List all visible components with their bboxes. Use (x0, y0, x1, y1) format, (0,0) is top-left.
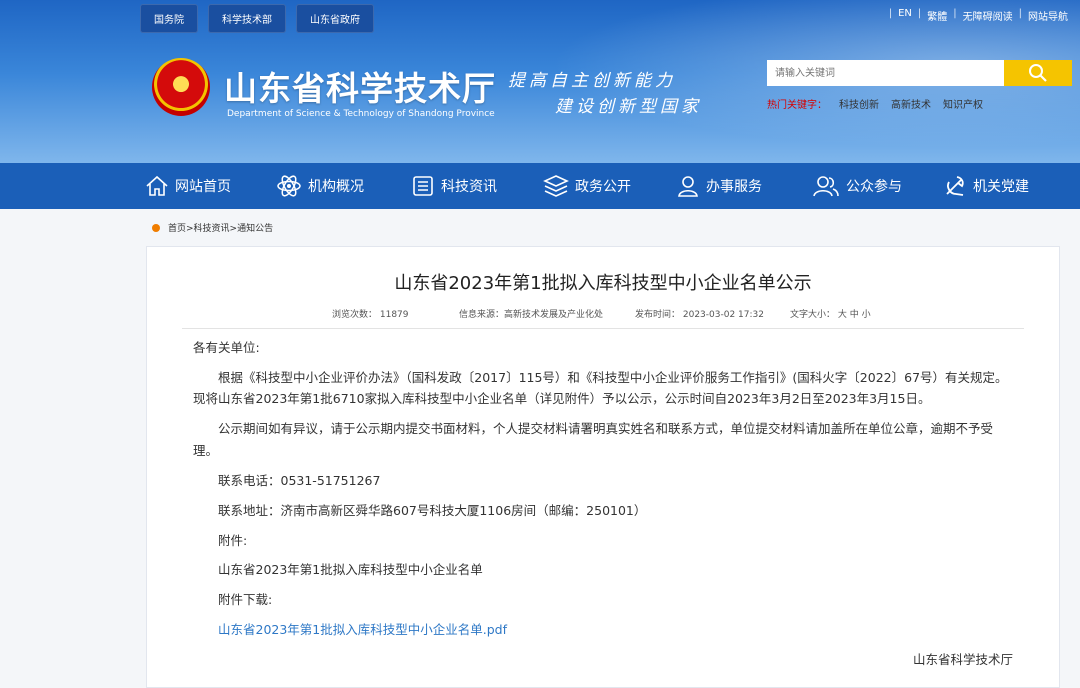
slogan-line-1: 提高自主创新能力 (508, 71, 676, 91)
divider: | (917, 8, 922, 19)
hot-keyword-link[interactable]: 高新技术 (891, 96, 931, 111)
top-link-most[interactable]: 科学技术部 (208, 4, 286, 33)
national-emblem-icon[interactable] (152, 58, 210, 116)
slogan-line-2: 建设创新型国家 (555, 97, 702, 117)
nav-item-about[interactable]: 机构概况 (276, 163, 364, 209)
nav-item-label: 政务公开 (575, 179, 631, 195)
paragraph-1-line-1: 根据《科技型中小企业评价办法》（国科发政〔2017〕115号）和《科技型中小企业… (218, 370, 1008, 385)
search-icon (1029, 64, 1047, 82)
top-link-provincial-gov[interactable]: 山东省政府 (296, 4, 374, 33)
salutation: 各有关单位: (193, 340, 260, 355)
layers-icon (543, 175, 569, 197)
nav-item-news[interactable]: 科技资讯 (411, 163, 497, 209)
nav-item-label: 科技资讯 (441, 179, 497, 195)
site-subtitle: Department of Science & Technology of Sh… (227, 109, 495, 119)
divider: | (1018, 8, 1022, 19)
attachment-label: 附件: (218, 533, 248, 548)
nav-item-label: 网站首页 (175, 179, 231, 195)
divider: | (953, 8, 957, 19)
nav-item-label: 办事服务 (706, 179, 762, 195)
people-icon (813, 176, 839, 197)
top-links: 国务院 科学技术部 山东省政府 (140, 4, 374, 33)
download-label: 附件下载: (218, 592, 273, 607)
font-size-control[interactable]: 文字大小： 大 中 小 (790, 307, 871, 320)
site-map-link[interactable]: 网站导航 (1028, 8, 1068, 23)
attachment-download-link[interactable]: 山东省2023年第1批拟入库科技型中小企业名单.pdf (218, 619, 507, 641)
attachment-name: 山东省2023年第1批拟入库科技型中小企业名单 (218, 562, 483, 577)
nav-item-label: 机构概况 (308, 179, 364, 195)
view-count: 浏览次数： 11879 (332, 310, 409, 320)
article-title: 山东省2023年第1批拟入库科技型中小企业名单公示 (394, 273, 812, 294)
atom-icon (277, 175, 301, 197)
info-source: 信息来源：高新技术发展及产业化处 (459, 310, 604, 320)
english-link[interactable]: EN (898, 8, 912, 23)
hot-keyword-link[interactable]: 科技创新 (839, 96, 879, 111)
newspaper-icon (413, 176, 433, 196)
signature: 山东省科学技术厅 (913, 652, 1014, 667)
nav-item-services[interactable]: 办事服务 (676, 163, 762, 209)
nav-item-label: 公众参与 (846, 179, 902, 195)
nav-item-home[interactable]: 网站首页 (145, 163, 231, 209)
nav-item-gov-affairs[interactable]: 政务公开 (543, 163, 631, 209)
hot-keywords-label: 热门关键字： (767, 100, 827, 111)
breadcrumb-dot-icon (152, 223, 160, 232)
article-panel: 山东省2023年第1批拟入库科技型中小企业名单公示 浏览次数： 11879 信息… (146, 246, 1060, 688)
divider (182, 328, 1024, 329)
main-nav: 网站首页 机构概况 科技资讯 政务公开 办事服务 公众参与 机关党建 (0, 163, 1080, 209)
top-link-state-council[interactable]: 国务院 (140, 4, 198, 33)
site-title[interactable]: 山东省科学技术厅 (224, 62, 496, 110)
publish-time: 发布时间： 2023-03-02 17:32 (635, 310, 764, 320)
hot-keyword-link[interactable]: 知识产权 (943, 96, 983, 111)
paragraph-2-line-2: 理。 (193, 443, 219, 458)
breadcrumb: 首页>科技资讯>通知公告 (152, 221, 273, 234)
site-header: 国务院 科学技术部 山东省政府 | EN | 繁體 | 无障碍阅读 | 网站导航… (0, 0, 1080, 163)
utility-links: | EN | 繁體 | 无障碍阅读 | 网站导航 (889, 8, 1068, 23)
search-button[interactable] (1004, 60, 1072, 86)
hot-keywords: 热门关键字： 科技创新 高新技术 知识产权 (767, 96, 983, 111)
paragraph-1-line-2: 现将山东省2023年第1批6710家拟入库科技型中小企业名单（详见附件）予以公示… (193, 391, 931, 406)
home-icon (146, 175, 168, 196)
contact-address: 联系地址：济南市高新区舜华路607号科技大厦1106房间（邮编：250101） (218, 503, 647, 518)
contact-phone: 联系电话：0531-51751267 (218, 473, 381, 488)
search-input[interactable] (767, 60, 1004, 86)
nav-item-public[interactable]: 公众参与 (812, 163, 902, 209)
nav-item-label: 机关党建 (973, 179, 1029, 195)
traditional-chinese-link[interactable]: 繁體 (927, 8, 947, 23)
nav-item-party[interactable]: 机关党建 (943, 163, 1029, 209)
divider: | (888, 8, 893, 19)
party-icon (946, 176, 964, 196)
breadcrumb-path[interactable]: 首页>科技资讯>通知公告 (168, 221, 273, 234)
person-icon (678, 176, 698, 197)
accessibility-link[interactable]: 无障碍阅读 (963, 8, 1013, 23)
search-box (767, 60, 1072, 86)
paragraph-2-line-1: 公示期间如有异议，请于公示期内提交书面材料，个人提交材料请署明真实姓名和联系方式… (218, 421, 994, 436)
